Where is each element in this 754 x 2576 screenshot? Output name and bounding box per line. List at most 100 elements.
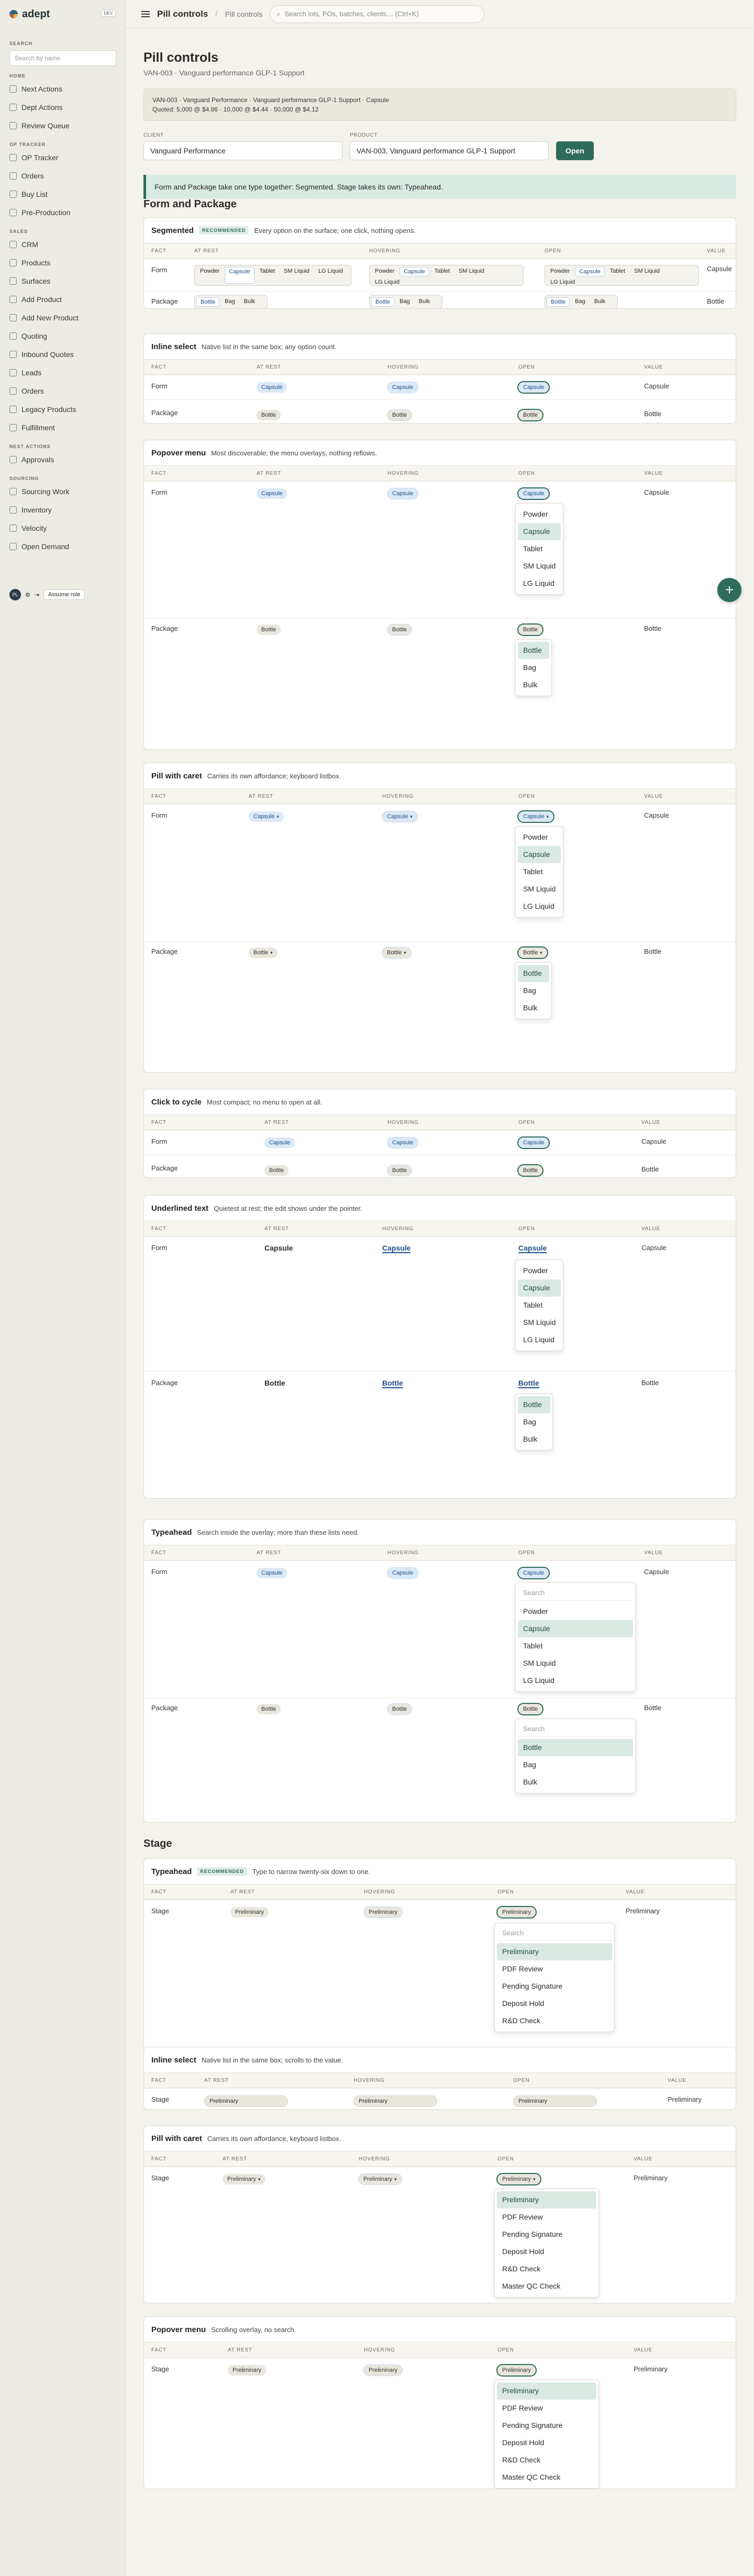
option-item[interactable]: R&D Check bbox=[497, 2451, 596, 2469]
underlined-control[interactable]: Bottle bbox=[382, 1379, 403, 1388]
sidebar-item-dept-actions[interactable]: Dept Actions bbox=[0, 98, 125, 116]
global-search-input[interactable]: ⌕ Search lots, POs, batches, clients… (C… bbox=[270, 5, 485, 23]
logout-icon[interactable]: ⇥ bbox=[35, 592, 39, 598]
menu-icon[interactable] bbox=[141, 10, 150, 17]
segment-option[interactable]: Bottle bbox=[371, 297, 395, 307]
pill-control[interactable]: Preliminary bbox=[363, 1906, 403, 1918]
segment-option[interactable]: Bottle bbox=[547, 297, 570, 307]
sidebar-item-inbound-quotes[interactable]: Inbound Quotes bbox=[0, 345, 125, 363]
sidebar-item-leads[interactable]: Leads bbox=[0, 363, 125, 382]
option-item[interactable]: Master QC Check bbox=[497, 2469, 596, 2486]
pill-control[interactable]: Capsule bbox=[257, 1568, 287, 1578]
pill-control[interactable]: Bottle bbox=[517, 1703, 544, 1715]
pill-control[interactable]: Preliminary bbox=[496, 1906, 537, 1919]
pill-control[interactable]: Capsule bbox=[264, 1138, 295, 1148]
sidebar-item-orders[interactable]: Orders bbox=[0, 166, 125, 185]
pill-control[interactable]: Bottle bbox=[257, 1704, 281, 1714]
pill-control[interactable]: Bottle bbox=[517, 623, 544, 636]
option-item[interactable]: Bag bbox=[518, 1756, 633, 1774]
segment-option[interactable]: Bag bbox=[396, 297, 414, 307]
pill-control[interactable]: Preliminary bbox=[228, 2365, 267, 2376]
option-item[interactable]: Bag bbox=[518, 982, 549, 999]
segment-option[interactable]: Bulk bbox=[591, 297, 609, 307]
segment-option[interactable]: Capsule bbox=[225, 267, 254, 284]
segment-option[interactable]: Tablet bbox=[256, 267, 279, 284]
pill-control[interactable]: Bottle bbox=[257, 410, 281, 420]
segmented-control[interactable]: Bottle Bag Bulk bbox=[194, 295, 268, 308]
option-item[interactable]: Deposit Hold bbox=[497, 2434, 596, 2451]
sidebar-item-open-demand[interactable]: Open Demand bbox=[0, 537, 125, 555]
option-item[interactable]: Tablet bbox=[518, 1297, 561, 1314]
option-item[interactable]: Deposit Hold bbox=[497, 2243, 596, 2260]
pill-control[interactable]: Bottle bbox=[264, 1165, 289, 1176]
option-item[interactable]: Capsule bbox=[518, 1279, 561, 1297]
pill-control[interactable]: Preliminary bbox=[363, 2365, 403, 2376]
option-item[interactable]: Bottle bbox=[518, 1396, 550, 1413]
option-item[interactable]: PDF Review bbox=[497, 2400, 596, 2417]
segment-option[interactable]: SM Liquid bbox=[630, 267, 663, 276]
segment-option[interactable]: Bulk bbox=[240, 297, 259, 307]
segment-option[interactable]: Capsule bbox=[575, 267, 605, 276]
pill-control[interactable]: Preliminary bbox=[496, 2364, 537, 2377]
pill-control[interactable]: Capsule bbox=[386, 488, 419, 499]
option-item[interactable]: Preliminary bbox=[497, 2191, 596, 2209]
segmented-control[interactable]: Powder Capsule Tablet SM Liquid LG Liquid bbox=[194, 265, 351, 286]
option-item[interactable]: LG Liquid bbox=[518, 898, 561, 915]
settings-icon[interactable]: ⚙ bbox=[25, 592, 30, 598]
inline-select[interactable]: Preliminary bbox=[204, 2095, 288, 2107]
pill-control[interactable]: Bottle ▾ bbox=[517, 946, 548, 959]
option-item[interactable]: PDF Review bbox=[497, 2209, 596, 2226]
avatar[interactable]: PL bbox=[9, 589, 21, 600]
pill-control[interactable]: Preliminary ▾ bbox=[223, 2174, 265, 2184]
sidebar-item-pre-production[interactable]: Pre-Production bbox=[0, 203, 125, 221]
option-item[interactable]: Bottle bbox=[518, 965, 549, 982]
underlined-control[interactable]: Capsule bbox=[264, 1244, 293, 1252]
pill-control[interactable]: Capsule bbox=[517, 381, 550, 394]
underlined-control[interactable]: Bottle bbox=[264, 1379, 285, 1387]
sidebar-item-crm[interactable]: CRM bbox=[0, 235, 125, 253]
option-item[interactable]: Bag bbox=[518, 659, 549, 676]
add-fab-button[interactable]: + bbox=[717, 578, 741, 602]
segment-option[interactable]: SM Liquid bbox=[280, 267, 313, 284]
sidebar-search-input[interactable]: Search by name bbox=[9, 50, 116, 66]
pill-control[interactable]: Bottle bbox=[386, 409, 413, 421]
segment-option[interactable]: Powder bbox=[196, 267, 223, 284]
segment-option[interactable]: LG Liquid bbox=[315, 267, 347, 284]
pill-control[interactable]: Capsule bbox=[257, 382, 287, 393]
segmented-control[interactable]: Bottle Bag Bulk bbox=[369, 295, 442, 308]
option-item[interactable]: Bulk bbox=[518, 1431, 550, 1448]
pill-control[interactable]: Preliminary ▾ bbox=[496, 2173, 541, 2185]
option-item[interactable]: Bulk bbox=[518, 999, 549, 1017]
segment-option[interactable]: LG Liquid bbox=[547, 278, 579, 286]
pill-control[interactable]: Bottle bbox=[386, 1703, 413, 1715]
option-item[interactable]: Pending Signature bbox=[497, 2226, 596, 2243]
segment-option[interactable]: Bulk bbox=[415, 297, 434, 307]
option-item[interactable]: PDF Review bbox=[497, 1960, 612, 1978]
pill-control[interactable]: Capsule bbox=[517, 1567, 550, 1579]
pill-control[interactable]: Capsule bbox=[517, 1136, 550, 1149]
assume-role-button[interactable]: Assume role bbox=[43, 589, 85, 600]
option-item[interactable]: LG Liquid bbox=[518, 1672, 633, 1689]
segment-option[interactable]: Bottle bbox=[196, 297, 220, 307]
sidebar-item-legacy-products[interactable]: Legacy Products bbox=[0, 400, 125, 418]
option-item[interactable]: Master QC Check bbox=[497, 2278, 596, 2295]
popover-search-input[interactable]: Search bbox=[518, 1585, 633, 1601]
client-input[interactable]: Vanguard Performance bbox=[143, 141, 342, 160]
segmented-control[interactable]: Powder Capsule Tablet SM Liquid LG Liquid bbox=[545, 265, 699, 286]
inline-select[interactable]: Preliminary bbox=[353, 2095, 437, 2107]
segment-option[interactable]: Bag bbox=[221, 297, 239, 307]
option-item[interactable]: Powder bbox=[518, 506, 561, 523]
pill-control[interactable]: Capsule ▾ bbox=[249, 811, 284, 822]
pill-control[interactable]: Capsule bbox=[517, 487, 550, 500]
option-item[interactable]: SM Liquid bbox=[518, 1655, 633, 1672]
option-item[interactable]: Powder bbox=[518, 1262, 561, 1279]
popover-search-input[interactable]: Search bbox=[497, 1925, 612, 1941]
segment-option[interactable]: SM Liquid bbox=[455, 267, 488, 276]
pill-control[interactable]: Bottle ▾ bbox=[249, 947, 278, 958]
segment-option[interactable]: Powder bbox=[547, 267, 573, 276]
pill-control[interactable]: Capsule ▾ bbox=[517, 810, 555, 823]
breadcrumb[interactable]: Pill controls bbox=[225, 10, 263, 18]
option-item[interactable]: SM Liquid bbox=[518, 880, 561, 898]
option-item[interactable]: Deposit Hold bbox=[497, 1995, 612, 2012]
segmented-control[interactable]: Bottle Bag Bulk bbox=[545, 295, 618, 308]
